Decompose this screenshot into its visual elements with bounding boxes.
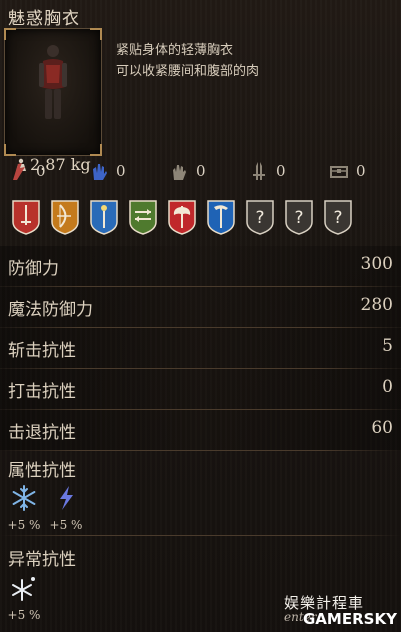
attribute-resist-value: +5 %: [7, 518, 41, 532]
resist-strike: 0: [170, 160, 206, 182]
stat-label: 击退抗性: [8, 423, 76, 443]
frame-corner: [90, 28, 102, 40]
axe-shield-icon: [168, 200, 196, 235]
weapon-proficiency-row: ? ? ?: [0, 198, 401, 242]
description-line: 可以收紧腰间和腹部的肉: [116, 64, 260, 79]
stat-row-defense: 防御力 300: [0, 246, 401, 286]
stat-value: 5: [382, 336, 393, 356]
description-line: 紧贴身体的轻薄胸衣: [116, 43, 234, 58]
bow-shield-icon: [51, 200, 79, 235]
resist-other: 0: [330, 160, 366, 182]
unknown-shield-icon: ?: [246, 200, 274, 235]
attribute-resist-lightning: +5 %: [46, 484, 86, 532]
chest-icon: [330, 166, 348, 178]
stat-label: 打击抗性: [8, 382, 76, 402]
status-resist-value: +5 %: [7, 608, 41, 622]
frost-icon: [12, 485, 36, 511]
stat-row-strike-resist: 打击抗性 0: [0, 369, 401, 409]
sword-shield-icon: [12, 200, 40, 235]
staff-shield-icon: [90, 200, 118, 235]
armor-figure-icon: [39, 45, 67, 119]
stat-label: 魔法防御力: [8, 300, 93, 320]
lightning-icon: [60, 486, 73, 510]
unknown-label: ?: [255, 208, 264, 228]
item-tooltip-panel: 魅惑胸衣 2.87 kg 紧贴身体的轻薄胸衣 可以收紧腰间和腹部的肉 0 0 0…: [0, 0, 401, 632]
resist-value: 0: [196, 162, 206, 180]
unknown-label: ?: [294, 208, 303, 228]
divider: [0, 450, 401, 451]
unknown-label: ?: [333, 208, 342, 228]
status-resist-frostbite: +5 %: [4, 574, 44, 622]
hammer-shield-icon: [207, 200, 235, 235]
resist-value: 0: [116, 162, 126, 180]
stat-row-knockback-resist: 击退抗性 60: [0, 410, 401, 450]
resist-slash: 0: [10, 160, 46, 182]
item-name: 魅惑胸衣: [8, 9, 80, 29]
stat-value: 0: [382, 377, 393, 397]
stat-value: 300: [360, 254, 393, 274]
stat-label: 防御力: [8, 259, 59, 279]
resist-value: 0: [356, 162, 366, 180]
dual-weapon-shield-icon: [129, 200, 157, 235]
magic-resist-icon: [93, 164, 107, 180]
frame-corner: [4, 28, 16, 40]
attribute-resist-title: 属性抗性: [8, 461, 76, 481]
unknown-shield-icon: ?: [324, 200, 352, 235]
watermark-brand: GAMERSKY: [303, 610, 397, 628]
stat-row-magic-defense: 魔法防御力 280: [0, 287, 401, 327]
frame-corner: [90, 144, 102, 156]
item-portrait: 2.87 kg: [4, 28, 102, 174]
resist-magic: 0: [90, 160, 126, 182]
attribute-resist-frost: +5 %: [4, 484, 44, 532]
stat-label: 斩击抗性: [8, 341, 76, 361]
attribute-resist-value: +5 %: [49, 518, 83, 532]
frostbite-icon: [12, 577, 35, 601]
divider: [0, 535, 401, 536]
resist-pierce: 0: [250, 160, 286, 182]
slash-resist-icon: [13, 163, 25, 180]
resist-value: 0: [36, 162, 46, 180]
stat-value: 280: [360, 295, 393, 315]
unknown-shield-icon: ?: [285, 200, 313, 235]
damage-resist-row: 0 0 0 0 0: [0, 160, 401, 186]
fist-resist-icon: [173, 165, 186, 180]
dagger-resist-icon: [253, 162, 265, 180]
status-resist-title: 异常抗性: [8, 550, 76, 570]
stat-value: 60: [371, 418, 393, 438]
item-description: 紧贴身体的轻薄胸衣 可以收紧腰间和腹部的肉: [116, 40, 259, 82]
stat-row-slash-resist: 斩击抗性 5: [0, 328, 401, 368]
resist-value: 0: [276, 162, 286, 180]
